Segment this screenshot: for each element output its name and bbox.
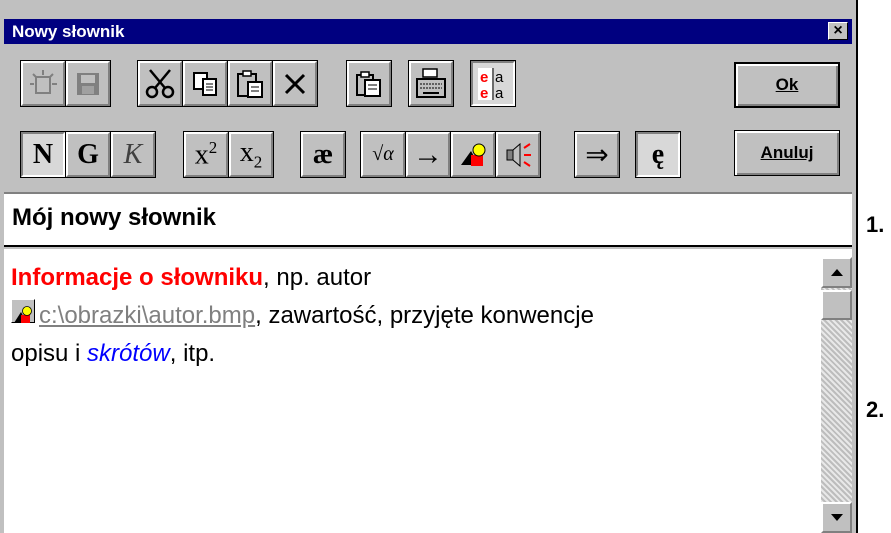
ae-glyph: æ	[312, 138, 334, 170]
duplicate-icon	[356, 70, 381, 97]
svg-text:e: e	[480, 69, 488, 86]
link-arrow-icon: →	[413, 137, 443, 171]
toolbar-ae-group: æ	[300, 131, 346, 178]
format-normal-button[interactable]: N	[21, 132, 65, 177]
scroll-up-button[interactable]	[821, 257, 852, 288]
link-arrow-button[interactable]: →	[406, 132, 450, 177]
insert-image-button[interactable]	[451, 132, 495, 177]
arrow-down-icon	[830, 513, 843, 521]
scroll-down-button[interactable]	[821, 502, 852, 533]
arrow-up-icon	[830, 268, 843, 276]
svg-text:e: e	[480, 85, 488, 101]
svg-text:a: a	[495, 85, 504, 101]
dialog-window: Nowy słownik × e a e a N G K x2 x2 æ √α …	[0, 0, 858, 533]
format-italic-glyph: K	[123, 138, 143, 170]
swap-languages-button[interactable]: e a e a	[471, 61, 515, 106]
formula-button[interactable]: √α	[361, 132, 405, 177]
cut-icon	[145, 68, 175, 98]
toolbar-script-group: x2 x2	[183, 131, 274, 178]
toolbar-format-group: N G K	[20, 131, 156, 178]
formula-icon: √α	[372, 143, 394, 165]
ok-button-label: Ok	[775, 75, 799, 94]
info-text-4: , itp.	[169, 340, 216, 367]
toolbar-swap-group: e a e a	[470, 60, 516, 107]
info-text-2: , zawartość, przyjęte konwencje	[255, 302, 594, 329]
save-button[interactable]	[66, 61, 110, 106]
vertical-scrollbar[interactable]	[821, 257, 852, 533]
new-entry-button[interactable]	[21, 61, 65, 106]
paste-button[interactable]	[228, 61, 272, 106]
format-bold-button[interactable]: G	[66, 132, 110, 177]
duplicate-button[interactable]	[347, 61, 391, 106]
double-arrow-button[interactable]: ⇒	[575, 132, 619, 177]
superscript-glyph: x2	[194, 137, 218, 171]
delete-icon	[284, 73, 306, 94]
copy-button[interactable]	[183, 61, 227, 106]
dictionary-info-text: Informacje o słowniku, np. autor c:\obra…	[11, 259, 816, 373]
insert-sound-icon	[506, 142, 531, 167]
paste-icon	[237, 69, 263, 98]
toolbar-keyboard-group	[408, 60, 454, 107]
copy-icon	[193, 71, 217, 96]
toolbar-duplicate-group	[346, 60, 392, 107]
subscript-button[interactable]: x2	[229, 132, 273, 177]
special-char-e-ogonek-button[interactable]: ę	[636, 132, 680, 177]
window-title: Nowy słownik	[12, 22, 125, 41]
format-normal-glyph: N	[32, 138, 54, 170]
info-text-1: , np. autor	[263, 264, 372, 291]
format-italic-button[interactable]: K	[111, 132, 155, 177]
title-bar: Nowy słownik ×	[4, 19, 852, 44]
insert-sound-button[interactable]	[496, 132, 540, 177]
callout-number-1: 1.	[866, 212, 885, 237]
abbreviations-link[interactable]: skrótów	[87, 340, 170, 367]
new-entry-icon	[30, 69, 57, 94]
toolbar-ogonek-group: ę	[635, 131, 681, 178]
keyboard-icon	[416, 67, 446, 98]
scroll-thumb[interactable]	[821, 290, 852, 320]
toolbar-double-arrow-group: ⇒	[574, 131, 620, 178]
image-link-icon[interactable]	[11, 299, 35, 323]
ok-button[interactable]: Ok	[734, 62, 840, 108]
special-char-ae-button[interactable]: æ	[301, 132, 345, 177]
superscript-button[interactable]: x2	[184, 132, 228, 177]
callout-number-2: 2.	[866, 397, 885, 422]
keyboard-button[interactable]	[409, 61, 453, 106]
close-button[interactable]: ×	[828, 22, 848, 40]
toolbar-insert-group: √α →	[360, 131, 541, 178]
double-arrow-icon: ⇒	[585, 139, 609, 171]
cancel-button[interactable]: Anuluj	[734, 130, 840, 176]
dictionary-name-field[interactable]: Mój nowy słownik	[4, 192, 852, 247]
dictionary-info-field[interactable]: Informacje o słowniku, np. autor c:\obra…	[4, 249, 852, 533]
cancel-button-label: Anuluj	[760, 143, 814, 162]
cut-button[interactable]	[138, 61, 182, 106]
delete-button[interactable]	[273, 61, 317, 106]
info-text-3: opisu i	[11, 340, 88, 367]
toolbar-file-group	[20, 60, 111, 107]
format-bold-glyph: G	[77, 138, 99, 170]
insert-image-icon	[461, 143, 486, 166]
toolbar-edit-group	[137, 60, 318, 107]
swap-languages-icon: e a e a	[478, 67, 504, 101]
subscript-glyph: x2	[239, 136, 263, 172]
info-highlight: Informacje o słowniku	[11, 264, 264, 291]
svg-text:a: a	[495, 69, 504, 86]
save-icon	[77, 72, 99, 95]
e-ogonek-glyph: ę	[651, 138, 665, 170]
dictionary-name: Mój nowy słownik	[12, 204, 217, 231]
image-path-link[interactable]: c:\obrazki\autor.bmp	[39, 302, 255, 329]
